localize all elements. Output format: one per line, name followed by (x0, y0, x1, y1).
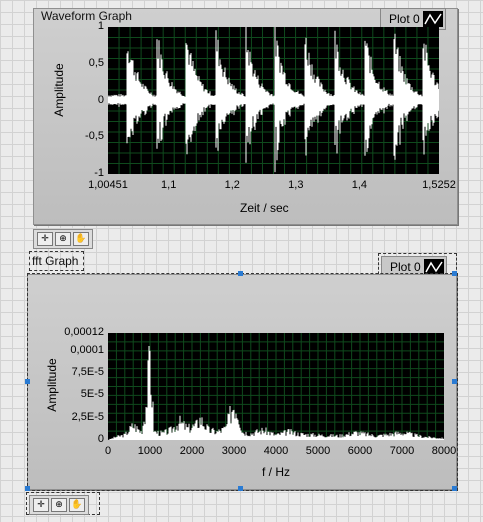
waveform-y-axis-label: Amplitude (52, 63, 66, 117)
crosshair-icon[interactable]: ✛ (37, 232, 53, 246)
x-tick-label: 1000 (137, 445, 163, 457)
pan-hand-icon[interactable]: ✋ (73, 232, 89, 246)
x-tick-label: 7000 (389, 445, 415, 457)
x-tick-label: 1,3 (288, 179, 304, 191)
x-tick-label: 5000 (305, 445, 331, 457)
x-tick-label: 1,5252 (422, 179, 456, 191)
waveform-plot-area[interactable] (107, 25, 440, 174)
legend-label: Plot 0 (389, 12, 420, 26)
fft-plot (108, 333, 445, 440)
x-tick-label: 1,00451 (88, 179, 128, 191)
fft-graph-palette[interactable]: ✛ ⊕ ✋ (29, 495, 89, 515)
x-tick-label: 2000 (179, 445, 205, 457)
resize-handle-bottom-right[interactable] (452, 486, 457, 491)
pan-hand-icon[interactable]: ✋ (69, 498, 85, 512)
resize-handle-right[interactable] (452, 379, 457, 384)
legend-label: Plot 0 (390, 260, 421, 274)
resize-handle-bottom[interactable] (238, 486, 243, 491)
x-tick-label: 1,4 (351, 179, 368, 191)
x-tick-label: 8000 (431, 445, 457, 457)
crosshair-icon[interactable]: ✛ (33, 498, 49, 512)
zoom-icon[interactable]: ⊕ (55, 232, 71, 246)
y-tick-label: 7,5E-5 (71, 366, 104, 379)
y-tick-label: 0 (97, 433, 104, 445)
y-tick-label: 2,5E-5 (71, 410, 104, 423)
resize-handle-left[interactable] (25, 379, 30, 384)
resize-handle-top[interactable] (238, 271, 243, 276)
x-tick-label: 1,1 (161, 179, 177, 191)
y-tick-label: 1 (97, 20, 104, 32)
resize-handle-top-right[interactable] (452, 271, 457, 276)
waveform-graph-palette[interactable]: ✛ ⊕ ✋ (33, 229, 93, 249)
zoom-icon[interactable]: ⊕ (51, 498, 67, 512)
y-tick-label: 0,0001 (70, 343, 104, 356)
fft-graph-title: fft Graph (32, 254, 79, 268)
y-tick-label: 0,00012 (64, 326, 104, 338)
x-tick-label: 1,2 (224, 179, 240, 191)
x-tick-label: 6000 (347, 445, 373, 457)
x-tick-label: 3000 (221, 445, 247, 457)
x-tick-label: 4000 (263, 445, 289, 457)
plot-line-icon (422, 11, 443, 27)
fft-y-axis-label: Amplitude (45, 358, 59, 412)
waveform-x-axis-label: Zeit / sec (240, 201, 289, 215)
y-tick-label: 0,5 (88, 56, 104, 69)
waveform-graph-title: Waveform Graph (41, 9, 132, 23)
waveform-plot (107, 25, 440, 174)
y-tick-label: -1 (94, 167, 104, 179)
resize-handle-bottom-left[interactable] (25, 486, 30, 491)
y-tick-label: -0,5 (85, 130, 104, 143)
fft-plot-area[interactable] (108, 333, 445, 440)
y-tick-label: 0 (97, 93, 104, 106)
x-tick-label: 0 (104, 445, 112, 457)
y-tick-label: 5E-5 (80, 388, 104, 401)
fft-x-axis-label: f / Hz (262, 465, 291, 479)
